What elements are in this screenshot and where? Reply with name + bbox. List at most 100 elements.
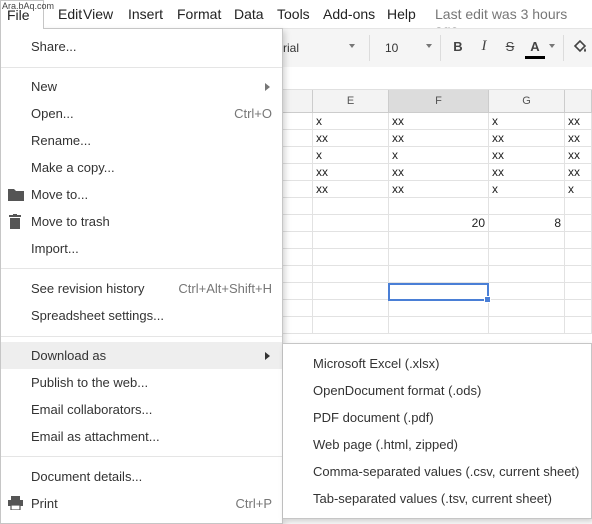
menu-tools[interactable]: Tools — [277, 6, 310, 22]
menu-item-download-as[interactable]: Download as — [1, 342, 282, 369]
grid-cell[interactable] — [565, 215, 592, 232]
grid-cell[interactable]: xx — [565, 147, 592, 164]
grid-cell[interactable]: xx — [489, 130, 565, 147]
menu-item-publish[interactable]: Publish to the web... — [1, 369, 282, 396]
menu-item-revision-history[interactable]: See revision history Ctrl+Alt+Shift+H — [1, 275, 282, 302]
fill-handle[interactable] — [484, 296, 491, 303]
row-header[interactable] — [283, 317, 313, 334]
menu-item-open[interactable]: Open... Ctrl+O — [1, 100, 282, 127]
italic-button[interactable]: I — [476, 38, 492, 55]
menu-item-document-details[interactable]: Document details... — [1, 463, 282, 490]
text-color-button[interactable]: A — [527, 39, 543, 54]
grid-cell[interactable]: x — [489, 181, 565, 198]
grid-cell[interactable] — [313, 266, 389, 283]
grid-cell[interactable] — [313, 215, 389, 232]
grid-cell[interactable]: x — [313, 113, 389, 130]
row-header[interactable] — [283, 266, 313, 283]
grid-cell[interactable]: x — [565, 181, 592, 198]
grid-cell[interactable] — [313, 317, 389, 334]
row-header[interactable] — [283, 181, 313, 198]
menu-item-move-to[interactable]: Move to... — [1, 181, 282, 208]
grid-cell[interactable] — [389, 198, 489, 215]
grid-cell[interactable] — [565, 198, 592, 215]
grid-cell[interactable]: xx — [565, 130, 592, 147]
grid-cell[interactable] — [313, 283, 389, 300]
grid-cell[interactable]: xx — [489, 164, 565, 181]
grid-cell[interactable]: xx — [313, 130, 389, 147]
menu-item-rename[interactable]: Rename... — [1, 127, 282, 154]
menu-item-email-attachment[interactable]: Email as attachment... — [1, 423, 282, 450]
menu-insert[interactable]: Insert — [128, 6, 163, 22]
menu-item-import[interactable]: Import... — [1, 235, 282, 262]
row-header[interactable] — [283, 232, 313, 249]
grid-cell[interactable] — [489, 266, 565, 283]
fill-color-icon[interactable] — [571, 38, 589, 61]
row-header[interactable] — [283, 147, 313, 164]
font-size-select[interactable]: 10 — [385, 41, 398, 55]
grid-cell[interactable]: 8 — [489, 215, 565, 232]
grid-cell[interactable]: xx — [565, 164, 592, 181]
download-ods[interactable]: OpenDocument format (.ods) — [283, 377, 591, 404]
grid-cell[interactable] — [389, 266, 489, 283]
grid-cell[interactable] — [489, 198, 565, 215]
column-header-e[interactable]: E — [313, 90, 389, 113]
strikethrough-button[interactable]: S — [502, 39, 518, 54]
menu-item-move-to-trash[interactable]: Move to trash — [1, 208, 282, 235]
menu-item-spreadsheet-settings[interactable]: Spreadsheet settings... — [1, 302, 282, 329]
bold-button[interactable]: B — [450, 39, 466, 54]
grid-cell[interactable]: x — [489, 113, 565, 130]
grid-cell[interactable]: xx — [489, 147, 565, 164]
menu-item-share[interactable]: Share... — [1, 33, 282, 60]
row-header[interactable] — [283, 249, 313, 266]
grid-cell[interactable] — [389, 232, 489, 249]
menu-item-email-collaborators[interactable]: Email collaborators... — [1, 396, 282, 423]
column-header-g[interactable]: G — [489, 90, 565, 113]
font-family-dropdown-icon[interactable] — [349, 44, 355, 48]
font-size-dropdown-icon[interactable] — [426, 44, 432, 48]
menu-help[interactable]: Help — [387, 6, 416, 22]
grid-cell[interactable] — [565, 283, 592, 300]
menu-item-make-copy[interactable]: Make a copy... — [1, 154, 282, 181]
grid-cell[interactable] — [489, 249, 565, 266]
grid-cell[interactable] — [389, 249, 489, 266]
download-html[interactable]: Web page (.html, zipped) — [283, 431, 591, 458]
grid-cell[interactable] — [389, 300, 489, 317]
download-tsv[interactable]: Tab-separated values (.tsv, current shee… — [283, 485, 591, 512]
column-header-f[interactable]: F — [389, 90, 489, 113]
grid-cell[interactable] — [313, 300, 389, 317]
grid-cell[interactable] — [565, 266, 592, 283]
spreadsheet-grid[interactable]: E F G x xx x xx xx xx xx xx x x xx xx xx xx xx xx xx xx x x… — [283, 90, 592, 344]
column-header-h[interactable] — [565, 90, 592, 113]
menu-item-new[interactable]: New — [1, 73, 282, 100]
row-header[interactable] — [283, 164, 313, 181]
row-header[interactable] — [283, 130, 313, 147]
menu-item-print[interactable]: Print Ctrl+P — [1, 490, 282, 517]
grid-cell[interactable]: xx — [313, 164, 389, 181]
grid-cell[interactable] — [565, 300, 592, 317]
font-family-select[interactable]: rial — [283, 41, 299, 55]
grid-cell[interactable] — [489, 300, 565, 317]
menu-view[interactable]: View — [83, 6, 113, 22]
grid-cell[interactable] — [565, 317, 592, 334]
grid-cell[interactable] — [565, 249, 592, 266]
download-pdf[interactable]: PDF document (.pdf) — [283, 404, 591, 431]
menu-edit[interactable]: Edit — [58, 6, 82, 22]
grid-cell[interactable]: xx — [389, 181, 489, 198]
column-header[interactable] — [283, 90, 313, 113]
grid-cell[interactable] — [313, 249, 389, 266]
row-header[interactable] — [283, 198, 313, 215]
grid-cell[interactable] — [313, 232, 389, 249]
grid-cell[interactable]: xx — [389, 130, 489, 147]
grid-cell[interactable] — [489, 283, 565, 300]
grid-cell[interactable]: xx — [389, 164, 489, 181]
selected-cell[interactable] — [388, 283, 489, 301]
row-header[interactable] — [283, 300, 313, 317]
grid-cell[interactable]: xx — [389, 113, 489, 130]
row-header[interactable] — [283, 283, 313, 300]
menu-addons[interactable]: Add-ons — [323, 6, 375, 22]
menu-data[interactable]: Data — [234, 6, 264, 22]
text-color-dropdown-icon[interactable] — [549, 44, 555, 48]
grid-cell[interactable] — [389, 317, 489, 334]
grid-cell[interactable] — [565, 232, 592, 249]
grid-cell[interactable] — [313, 198, 389, 215]
